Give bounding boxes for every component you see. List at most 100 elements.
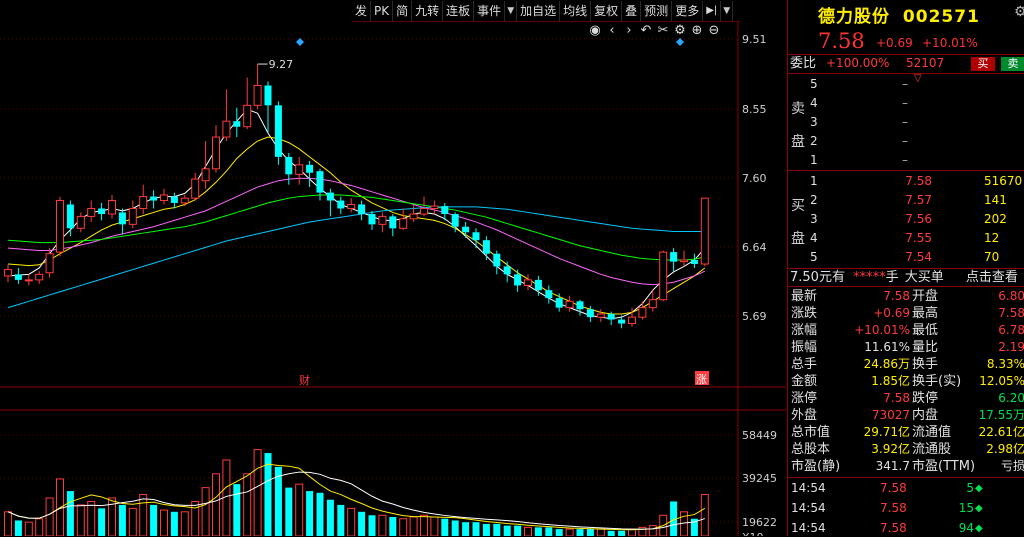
volume-bar [347,507,356,536]
candle-body [545,290,553,299]
tb-ma-button[interactable]: 均线 [560,0,592,21]
candle-body [618,319,626,324]
stat-value: 12.05% [979,374,1024,388]
stat-label: 换手 [912,357,939,372]
tb-fa-button[interactable]: 发 [352,0,372,21]
tb-event-button[interactable]: 事件 [474,0,506,21]
volume-bar [326,499,334,536]
tick-direction-icon: ◆ [975,523,983,534]
zoom-in-icon[interactable]: ⊕ [690,23,704,38]
candle-body [128,207,137,225]
volume-bar [191,500,200,536]
volume-bar [586,529,594,536]
volume-bar [503,525,511,536]
volume-bar [524,526,532,536]
sell-label-top: 卖 [791,101,805,117]
tb-simple-button[interactable]: 简 [393,0,413,21]
forward-icon[interactable]: › [622,23,636,38]
stat-label: 总市值 [791,425,831,440]
stat-value: 17.55万 [978,408,1024,422]
candle-body [222,120,231,138]
zoom-out-icon[interactable]: ⊖ [707,23,721,38]
buy-volume: 141 [984,193,1007,207]
stat-value: 亏损 [1000,459,1024,473]
stat-label: 总手 [791,357,818,372]
price-change: +0.69 [876,36,913,50]
kline-chart[interactable]: 9.51 8.55 7.60 6.64 5.69 58449 39245 19622 X10 9.… [0,22,786,536]
tb-event-dropdown-icon[interactable]: ▼ [505,0,518,21]
sell-volume [1020,76,1024,93]
back-icon[interactable]: ‹ [605,23,619,38]
candle-body [24,279,33,282]
candle-body [264,85,272,106]
candle-body [243,104,252,128]
buy-button[interactable]: 买 [971,57,995,71]
candle-body [274,105,282,157]
candle-body [316,171,324,193]
candle-body [389,216,397,229]
volume-bar [160,509,168,536]
sell-volume [1020,114,1024,131]
sell-price: – [902,134,908,148]
big-order-link[interactable]: 点击查看 [966,270,1018,285]
candle-body [98,208,106,215]
tb-more-button[interactable]: 更多 [672,0,704,21]
candle-body [253,84,262,106]
candle-body [628,316,636,325]
stat-value: 7.58 [883,289,910,303]
stock-title: 德力股份 002571 [818,2,980,27]
scissors-icon[interactable]: ✂ [656,23,670,38]
candle-body [87,207,96,217]
tb-overlay-button[interactable]: 叠 [622,0,642,21]
candle-body [607,314,615,320]
volume-bar [253,449,262,536]
buy-price: 7.56 [905,212,932,226]
sell-price: – [902,77,908,91]
stat-label: 总股本 [791,442,831,457]
tick-price: 7.58 [880,521,907,535]
volume-bar [618,530,626,536]
eye-icon[interactable]: ◉ [588,23,602,38]
settings-icon[interactable]: ⚙ [673,23,687,38]
buy-volume: 12 [984,231,1000,245]
tick-price: 7.58 [880,481,907,495]
undo-icon[interactable]: ↶ [639,23,653,38]
candle-body [35,273,44,281]
stat-value: +10.01% [854,323,910,337]
big-order-price: 7.50 [790,270,819,285]
tb-menu-dropdown-icon[interactable]: ▼ [721,0,734,21]
sell-button[interactable]: 卖 [1001,57,1024,71]
candle-body [170,196,178,203]
gear-icon[interactable]: ⚙ [1014,4,1024,20]
volume-bar [233,484,241,536]
candle-body [420,207,428,215]
stat-value: 341.7 [875,459,910,473]
tb-add-watch-button[interactable]: 加自选 [517,0,561,21]
tb-lianban-button[interactable]: 连板 [443,0,475,21]
buy-level: 3 [810,212,818,226]
price-change-pct: +10.01% [922,36,978,50]
candle-body [441,206,449,215]
tb-collapse-icon[interactable]: ▶| [703,0,722,21]
volume-bar [285,487,293,536]
candle-body [472,232,480,241]
tick-volume: 15 [958,501,974,515]
buy-level: 2 [810,193,818,207]
candle-body [648,299,657,309]
stat-value: 2.19 [998,340,1024,354]
stat-value: 7.58 [883,391,910,405]
tb-adjust-button[interactable]: 复权 [591,0,623,21]
ma60-line [7,206,705,309]
buy-level: 4 [810,231,818,245]
volume-bar [24,521,33,536]
tb-forecast-button[interactable]: 预测 [641,0,673,21]
buy-volume: 202 [984,212,1007,226]
candle-body [493,253,501,267]
volume-bar [378,514,387,536]
candle-body [4,269,12,277]
volume-bar [76,504,85,536]
tb-pk-button[interactable]: PK [371,0,394,21]
volume-bar [118,504,126,536]
big-order-row[interactable]: 7.50元有 *****手 大买单 点击查看 [790,269,1018,286]
tb-jiuzhuan-button[interactable]: 九转 [412,0,444,21]
